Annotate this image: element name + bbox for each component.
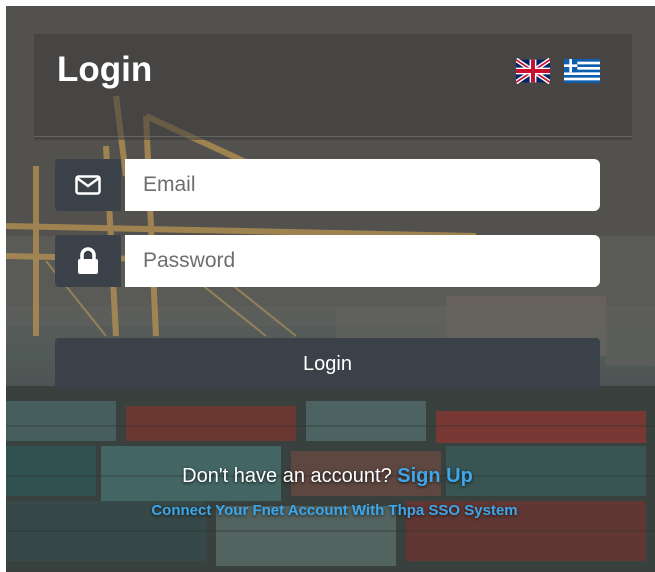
signup-prompt-text: Don't have an account? <box>182 465 392 487</box>
email-field-group <box>55 159 600 211</box>
greece-flag-icon[interactable] <box>564 58 600 84</box>
signup-prompt: Don't have an account? Sign Up <box>0 465 655 488</box>
password-input[interactable] <box>125 235 600 287</box>
password-field-group <box>55 235 600 287</box>
header-divider <box>34 136 632 137</box>
email-input[interactable] <box>125 159 600 211</box>
login-button[interactable]: Login <box>55 338 600 390</box>
page-title: Login <box>57 50 153 89</box>
lock-icon <box>78 247 98 274</box>
login-button-label: Login <box>303 352 352 375</box>
uk-flag-icon[interactable] <box>516 58 550 84</box>
sso-connect-link[interactable]: Connect Your Fnet Account With Thpa SSO … <box>0 502 655 519</box>
email-addon <box>55 159 121 211</box>
envelope-icon <box>75 175 101 195</box>
signup-link[interactable]: Sign Up <box>397 465 473 487</box>
password-addon <box>55 235 121 287</box>
